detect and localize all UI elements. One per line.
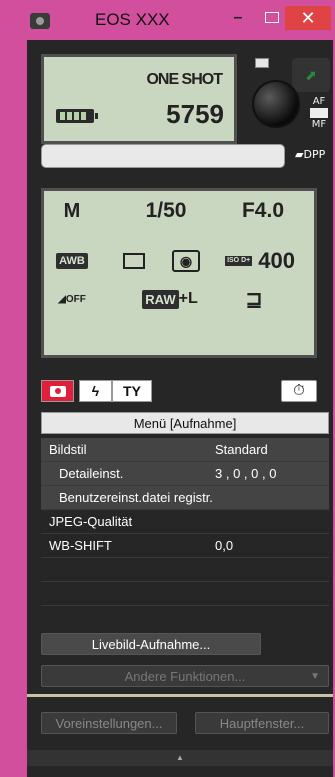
drive-mode-glyph (123, 253, 145, 269)
shooting-settings-lcd: M 1/50 F4.0 AWB ◉ ISO D+ 400 ◢ OFF RAW +L … (41, 188, 317, 358)
menu-item-value: Standard (215, 442, 268, 457)
menu-item-label: JPEG-Qualität (49, 514, 133, 529)
green-mode-icon: ⬈ (292, 58, 330, 92)
mf-label: MF (311, 119, 327, 130)
collapse-bar[interactable]: ▲ (27, 750, 333, 766)
shooting-menu: Menü [Aufnahme] Bildstil Standard Detail… (41, 412, 329, 612)
shutter-speed[interactable]: 1/50 (116, 197, 216, 225)
af-mode-value[interactable]: ONE SHOT (146, 71, 223, 89)
dpp-folder-icon[interactable]: ▰DPP (295, 148, 325, 161)
menu-item-value: 0,0 (215, 538, 234, 553)
dpp-progress-bar (41, 144, 285, 168)
af-label: AF (312, 96, 326, 107)
window-title: EOS XXX (95, 10, 170, 29)
menu-item-jpeg-quality[interactable]: JPEG-Qualität (41, 510, 329, 534)
tools-icon: TY (123, 383, 141, 399)
shutter-release-button[interactable] (252, 80, 300, 128)
iso-value: 400 (258, 248, 295, 273)
timer-icon: ⏱ (293, 382, 305, 399)
other-functions-button[interactable]: Andere Funktionen... ▼ (41, 665, 329, 687)
menu-item-register-user-file[interactable]: Benutzereinst.datei registr. (41, 486, 329, 510)
maximize-icon (265, 12, 279, 23)
lcd-row-quality: ◢ OFF RAW +L ⊒ (44, 279, 314, 315)
top-lcd: ONE SHOT 5759 (41, 54, 237, 144)
raw-label: RAW (142, 289, 179, 309)
menu-item-picture-style[interactable]: Bildstil Standard (41, 438, 329, 462)
chevron-down-icon: ▼ (310, 671, 320, 682)
metering-glyph: ◉ (172, 250, 200, 272)
divider (27, 694, 333, 697)
menu-empty-row (41, 582, 329, 606)
camera-icon (49, 386, 66, 397)
menu-item-label: Benutzereinst.datei registr. (59, 490, 213, 505)
quality-plus-label: +L (178, 290, 198, 307)
close-button[interactable]: ✕ (285, 6, 331, 30)
iso-label: ISO D+ (225, 256, 253, 266)
menu-item-value: 3 , 0 , 0 , 0 (215, 466, 277, 481)
wb-value: AWB (56, 253, 88, 269)
main-window-button[interactable]: Hauptfenster... (195, 712, 329, 734)
preferences-button[interactable]: Voreinstellungen... (41, 712, 177, 734)
camera-app-icon (30, 13, 50, 29)
switch-slider (310, 108, 328, 118)
white-balance[interactable]: AWB (50, 247, 94, 275)
menu-item-wb-shift[interactable]: WB-SHIFT 0,0 (41, 534, 329, 558)
lcd-row-exposure: M 1/50 F4.0 (44, 191, 314, 227)
image-quality[interactable]: RAW +L (124, 285, 216, 313)
camera-control-panel: ONE SHOT 5759 ⬈ AF MF ▰DPP M 1/50 F4.0 A… (27, 40, 333, 777)
menu-item-label: Detaileinst. (59, 466, 124, 481)
other-functions-label: Andere Funktionen... (124, 669, 246, 684)
eos-utility-window: EOS XXX – ✕ ONE SHOT 5759 ⬈ AF MF ▰DPP M… (0, 0, 335, 777)
auto-lighting-optimizer-off-icon[interactable]: ◢ OFF (50, 285, 94, 313)
aperture-value[interactable]: F4.0 (222, 197, 304, 225)
dpp-label: DPP (303, 148, 326, 161)
minimize-button[interactable]: – (226, 6, 250, 30)
timer-button[interactable]: ⏱ (281, 380, 317, 402)
menu-item-detail-settings[interactable]: Detaileinst. 3 , 0 , 0 , 0 (41, 462, 329, 486)
menu-item-label: Bildstil (49, 442, 87, 457)
small-indicator-button[interactable] (255, 58, 269, 68)
af-mf-switch[interactable]: AF MF (308, 96, 330, 136)
iso-speed[interactable]: ISO D+ 400 (214, 247, 306, 275)
maximize-button[interactable] (260, 6, 284, 30)
tools-tab[interactable]: TY (112, 380, 152, 402)
collapse-up-icon: ▲ (176, 753, 184, 762)
single-shot-icon[interactable] (120, 247, 148, 275)
battery-icon (56, 109, 98, 123)
evaluative-metering-icon[interactable]: ◉ (168, 247, 204, 275)
menu-empty-row (41, 558, 329, 582)
alo-off-label: OFF (65, 293, 86, 305)
shooting-mode: M (63, 199, 81, 222)
menu-title: Menü [Aufnahme] (41, 412, 329, 434)
title-bar: EOS XXX – ✕ (0, 0, 335, 40)
menu-item-label: WB-SHIFT (49, 538, 112, 553)
live-view-shooting-button[interactable]: Livebild-Aufnahme... (41, 633, 261, 655)
pc-transfer-icon[interactable]: ⊒ (234, 285, 274, 313)
camera-tab[interactable] (41, 380, 74, 402)
shots-remaining: 5759 (166, 99, 224, 129)
lcd-row-wb-iso: AWB ◉ ISO D+ 400 (44, 241, 314, 277)
flash-tab[interactable]: ϟ (79, 380, 112, 402)
flash-icon: ϟ (91, 383, 100, 399)
